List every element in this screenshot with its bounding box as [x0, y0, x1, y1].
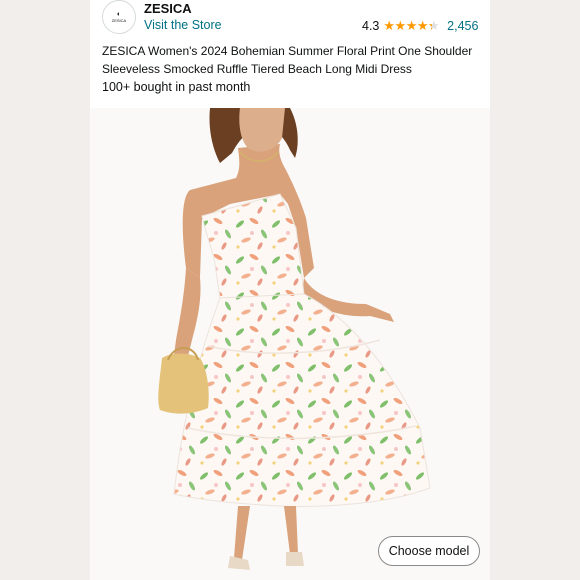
visit-store-link[interactable]: Visit the Store	[144, 18, 222, 32]
rating-value: 4.3	[362, 19, 380, 33]
logo-text: ZESICA	[111, 18, 127, 23]
rating-count[interactable]: 2,456	[447, 19, 478, 33]
brand-name: ZESICA	[144, 1, 192, 16]
product-card: ◐ ZESICA ZESICA Visit the Store 4.3 ★★★★…	[90, 0, 490, 580]
star-rating-icon: ★★★★★★	[383, 18, 440, 33]
store-logo[interactable]: ◐ ZESICA	[102, 0, 136, 34]
product-header: ◐ ZESICA ZESICA Visit the Store 4.3 ★★★★…	[90, 0, 490, 108]
logo-mark-icon: ◐	[116, 11, 122, 18]
purchase-count: 100+ bought in past month	[102, 80, 251, 94]
product-title: ZESICA Women's 2024 Bohemian Summer Flor…	[102, 44, 473, 76]
choose-model-button[interactable]: Choose model	[378, 536, 480, 566]
rating-summary[interactable]: 4.3 ★★★★★★ 2,456	[362, 18, 478, 34]
product-image[interactable]	[90, 108, 490, 580]
model-dress-illustration	[158, 108, 431, 570]
